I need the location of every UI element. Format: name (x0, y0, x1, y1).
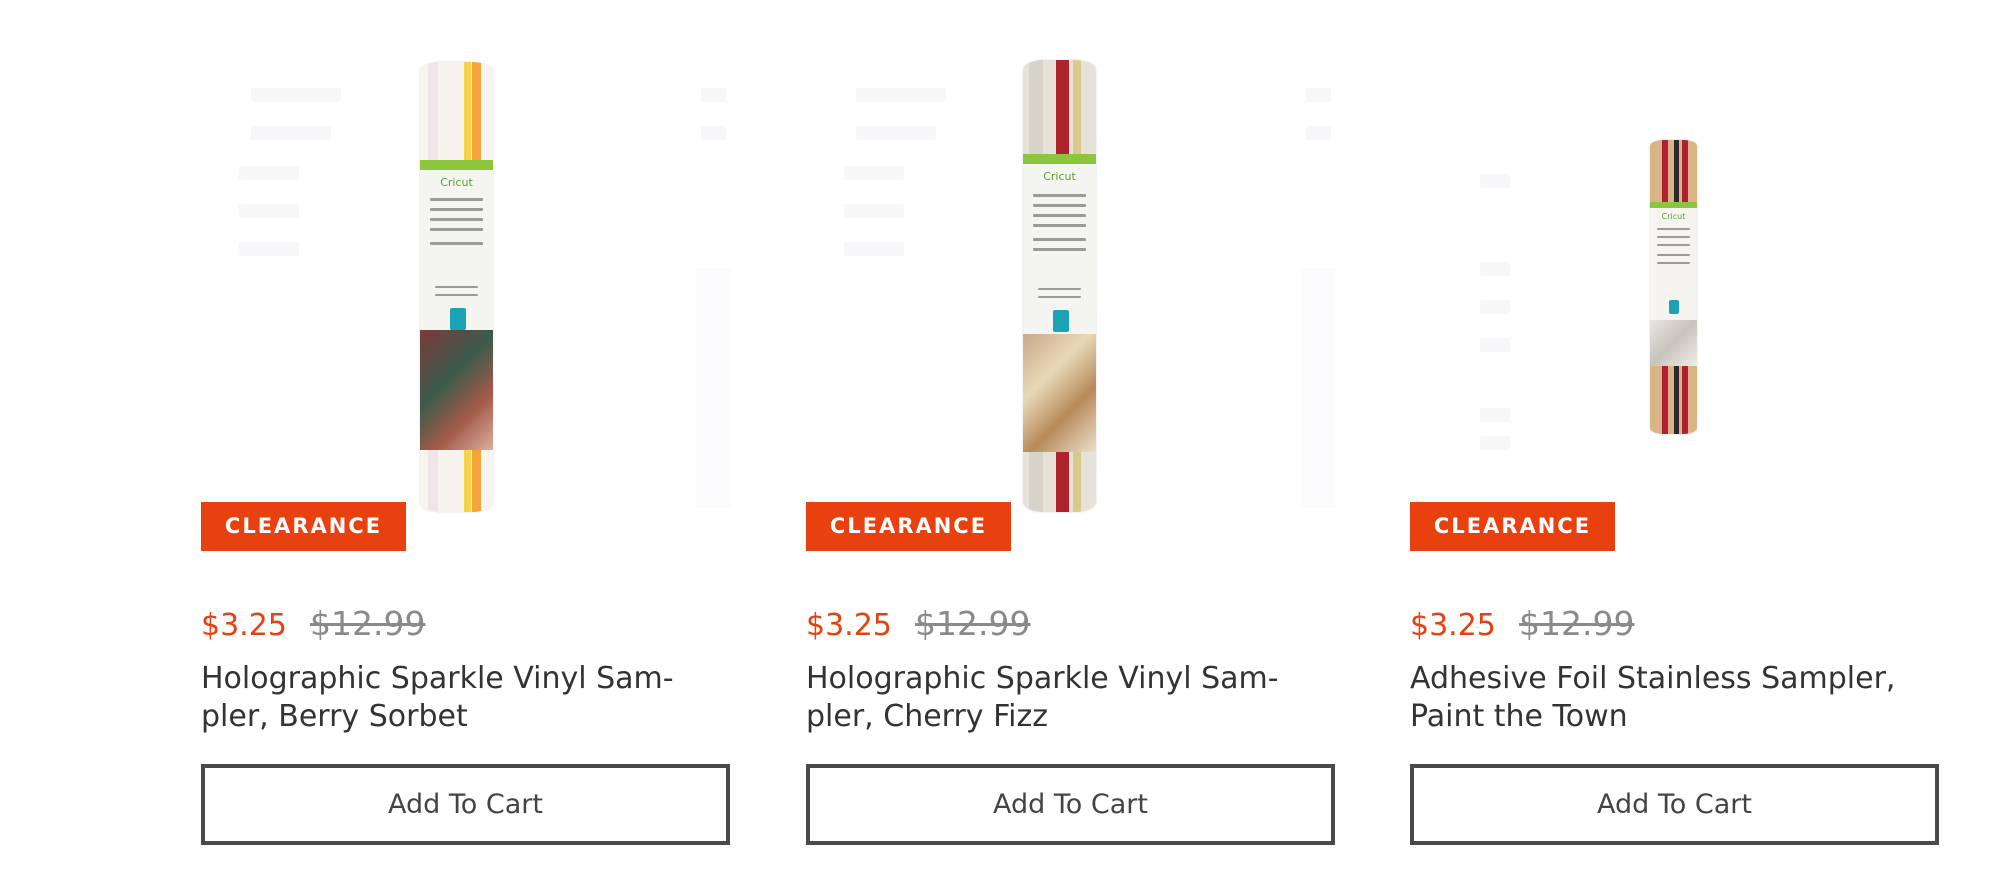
original-price: $12.99 (914, 604, 1031, 643)
product-title[interactable]: Holographic Sparkle Vinyl Sam- pler, Ber… (201, 660, 730, 736)
product-card: Cricut CLEARANCE $3.25 $12.99 Holographi… (201, 0, 730, 887)
original-price: $12.99 (309, 604, 426, 643)
product-card: Cricut CLEARANCE $3.25 $12.99 Adhesive F… (1410, 0, 1939, 887)
price-row: $3.25 $12.99 (201, 604, 425, 648)
product-image[interactable]: Cricut (1410, 0, 1939, 560)
product-grid: Cricut CLEARANCE $3.25 $12.99 Holographi… (0, 0, 2000, 887)
clearance-badge: CLEARANCE (1410, 502, 1615, 551)
add-to-cart-button[interactable]: Add To Cart (201, 764, 730, 845)
vinyl-roll-image: Cricut (420, 62, 493, 512)
sale-price: $3.25 (1410, 608, 1496, 643)
vinyl-roll-image: Cricut (1023, 60, 1096, 512)
clearance-badge: CLEARANCE (806, 502, 1011, 551)
product-title[interactable]: Adhesive Foil Stainless Sampler, Paint t… (1410, 660, 1939, 736)
product-title[interactable]: Holographic Sparkle Vinyl Sam- pler, Che… (806, 660, 1335, 736)
roll-logo: Cricut (440, 176, 473, 189)
faint-background-panel (696, 268, 730, 508)
foil-roll-image: Cricut (1650, 140, 1697, 434)
roll-logo: Cricut (1661, 212, 1686, 221)
clearance-badge: CLEARANCE (201, 502, 406, 551)
sale-price: $3.25 (806, 608, 892, 643)
price-row: $3.25 $12.99 (806, 604, 1030, 648)
faint-background-panel (1301, 268, 1335, 508)
product-image[interactable]: Cricut (806, 0, 1335, 560)
add-to-cart-button[interactable]: Add To Cart (1410, 764, 1939, 845)
original-price: $12.99 (1518, 604, 1635, 643)
roll-logo: Cricut (1043, 170, 1076, 183)
price-row: $3.25 $12.99 (1410, 604, 1634, 648)
product-image[interactable]: Cricut (201, 0, 730, 560)
product-card: Cricut CLEARANCE $3.25 $12.99 Holographi… (806, 0, 1335, 887)
sale-price: $3.25 (201, 608, 287, 643)
add-to-cart-button[interactable]: Add To Cart (806, 764, 1335, 845)
